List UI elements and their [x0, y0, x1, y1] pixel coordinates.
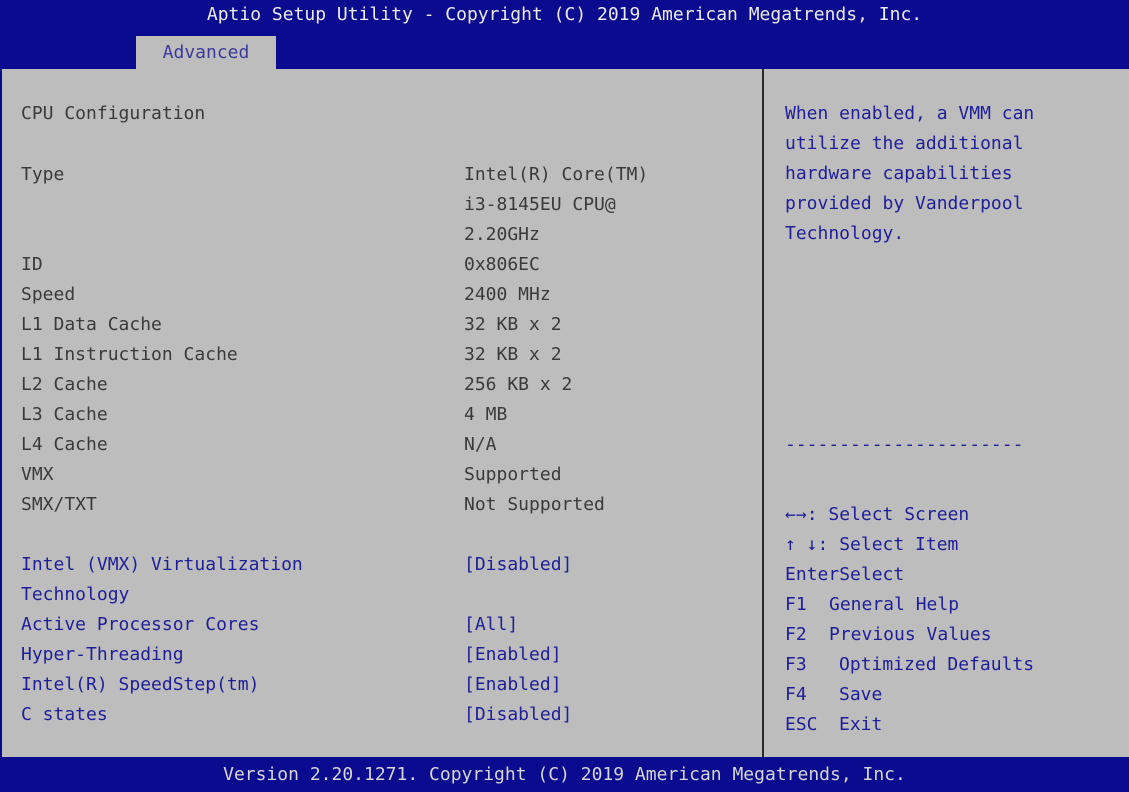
- key-f4: F4: [785, 684, 807, 705]
- help-text-line-4: provided by Vanderpool: [785, 193, 1024, 214]
- speed-label: Speed: [21, 284, 76, 305]
- main-panel: CPU Configuration Type Intel(R) Core(TM)…: [0, 69, 762, 757]
- help-text-line-1: When enabled, a VMM can: [785, 103, 1035, 124]
- key-f1: F1: [785, 594, 807, 615]
- l1-instruction-cache-label: L1 Instruction Cache: [21, 344, 238, 365]
- help-panel: When enabled, a VMM can utilize the addi…: [764, 69, 1129, 757]
- vmx-virtualization-setting-label-1[interactable]: Intel (VMX) Virtualization: [21, 550, 303, 580]
- l4-cache-label: L4 Cache: [21, 434, 108, 455]
- speedstep-label[interactable]: Intel(R) SpeedStep(tm): [21, 670, 259, 700]
- vmx-virtualization-value[interactable]: [Disabled]: [464, 550, 572, 580]
- key-hint-f3: F3 Optimized Defaults: [785, 654, 1035, 675]
- key-hint-enter: EnterSelect: [785, 564, 905, 585]
- smx-txt-label: SMX/TXT: [21, 494, 97, 515]
- key-hint-select-screen: ←→: Select Screen: [785, 504, 970, 525]
- type-value-line-1: Intel(R) Core(TM): [464, 164, 649, 185]
- key-hint-f2: F2 Previous Values: [785, 624, 992, 645]
- l1-data-cache-label: L1 Data Cache: [21, 314, 162, 335]
- key-hint-f4: F4 Save: [785, 684, 883, 705]
- title-bar: Aptio Setup Utility - Copyright (C) 2019…: [0, 0, 1129, 69]
- l1-instruction-cache-value: 32 KB x 2: [464, 344, 562, 365]
- l2-cache-label: L2 Cache: [21, 374, 108, 395]
- type-value-line-3: 2.20GHz: [464, 224, 540, 245]
- type-value-line-2: i3-8145EU CPU@: [464, 194, 616, 215]
- key-hint-f1: F1 General Help: [785, 594, 960, 615]
- speed-value: 2400 MHz: [464, 284, 551, 305]
- key-f3: F3: [785, 654, 807, 675]
- help-separator: ----------------------: [785, 434, 1024, 455]
- l3-cache-value: 4 MB: [464, 404, 508, 425]
- c-states-label[interactable]: C states: [21, 700, 108, 730]
- id-label: ID: [21, 254, 43, 275]
- l1-data-cache-value: 32 KB x 2: [464, 314, 562, 335]
- arrow-up-down-icon: ↑ ↓: [785, 534, 818, 555]
- hyper-threading-label[interactable]: Hyper-Threading: [21, 640, 184, 670]
- l4-cache-value: N/A: [464, 434, 497, 455]
- help-text-line-2: utilize the additional: [785, 133, 1024, 154]
- help-text-line-5: Technology.: [785, 223, 905, 244]
- speedstep-value[interactable]: [Enabled]: [464, 670, 562, 700]
- key-enter: Enter: [785, 564, 840, 585]
- id-value: 0x806EC: [464, 254, 540, 275]
- vmx-label: VMX: [21, 464, 54, 485]
- l3-cache-label: L3 Cache: [21, 404, 108, 425]
- active-processor-cores-value[interactable]: [All]: [464, 610, 518, 640]
- hyper-threading-value[interactable]: [Enabled]: [464, 640, 562, 670]
- smx-txt-value: Not Supported: [464, 494, 605, 515]
- key-hint-select-item: ↑ ↓: Select Item: [785, 534, 959, 555]
- type-label: Type: [21, 164, 65, 185]
- section-title: CPU Configuration: [21, 103, 206, 124]
- utility-title: Aptio Setup Utility - Copyright (C) 2019…: [206, 4, 923, 25]
- version-footer: Version 2.20.1271. Copyright (C) 2019 Am…: [0, 757, 1129, 792]
- key-hint-esc: ESC Exit: [785, 714, 883, 735]
- key-esc: ESC: [785, 714, 818, 735]
- c-states-value[interactable]: [Disabled]: [464, 700, 572, 730]
- vmx-value: Supported: [464, 464, 562, 485]
- help-text-line-3: hardware capabilities: [785, 163, 1013, 184]
- tab-advanced[interactable]: Advanced: [136, 36, 276, 69]
- active-processor-cores-label[interactable]: Active Processor Cores: [21, 610, 259, 640]
- arrow-left-right-icon: ←→: [785, 504, 807, 525]
- vmx-virtualization-setting-label-2[interactable]: Technology: [21, 580, 129, 610]
- key-f2: F2: [785, 624, 807, 645]
- l2-cache-value: 256 KB x 2: [464, 374, 573, 395]
